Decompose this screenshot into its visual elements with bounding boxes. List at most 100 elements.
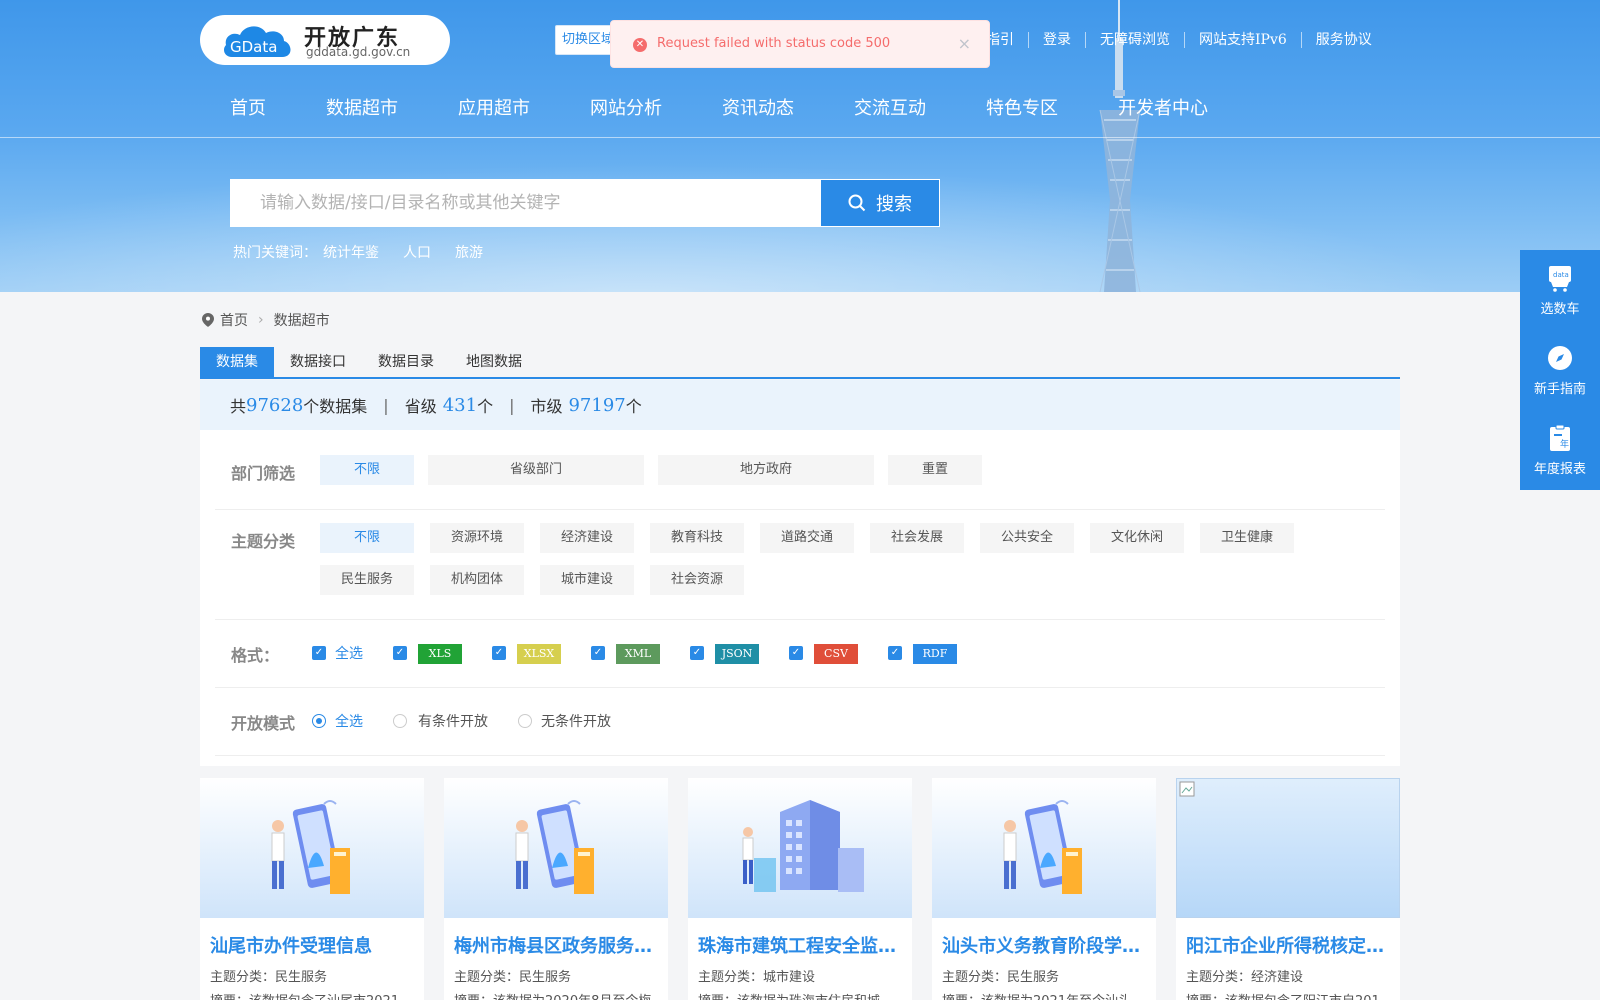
filter-label-department: 部门筛选 xyxy=(231,464,296,483)
filter-row-department: 部门筛选 不限 省级部门 地方政府 重置 xyxy=(215,430,1385,510)
cart-icon: data xyxy=(1549,265,1571,292)
card-title[interactable]: 汕尾市办件受理信息 xyxy=(210,932,414,958)
search-input[interactable] xyxy=(230,179,820,227)
nav-item-app-market[interactable]: 应用超市 xyxy=(458,94,530,120)
card-category: 主题分类：经济建设 xyxy=(1186,970,1304,985)
topic-chip[interactable]: 资源环境 xyxy=(430,523,524,553)
toast-close-icon[interactable]: × xyxy=(958,34,971,53)
hot-keyword[interactable]: 统计年鉴 xyxy=(323,242,379,262)
topic-chip[interactable]: 城市建设 xyxy=(540,565,634,595)
province-label: 省级 xyxy=(404,397,437,416)
nav-item-special[interactable]: 特色专区 xyxy=(986,94,1058,120)
dataset-card[interactable]: 阳江市企业所得税核定征收信息 主题分类：经济建设 摘要：该数据包含了阳江市自20… xyxy=(1176,778,1400,1000)
dataset-card[interactable]: 珠海市建筑工程安全监督信息 主题分类：城市建设 摘要：该数据为珠海市住房和城 xyxy=(688,778,912,1000)
checkbox-format-csv[interactable]: ✓ xyxy=(789,646,803,660)
card-abstract: 摘要：该数据包含了阳江市自201 xyxy=(1186,990,1390,1000)
topic-chip[interactable]: 经济建设 xyxy=(540,523,634,553)
gdata-cloud-logo-icon: GData xyxy=(224,26,291,57)
hot-keywords-label: 热门关键词： xyxy=(233,245,317,261)
card-title[interactable]: 珠海市建筑工程安全监督信息 xyxy=(698,932,902,958)
dataset-card[interactable]: 汕头市义务教育阶段学校信息 主题分类：民生服务 摘要：该数据为2021年至今汕头 xyxy=(932,778,1156,1000)
format-tag-csv[interactable]: CSV xyxy=(814,644,858,664)
topic-chip[interactable]: 民生服务 xyxy=(320,565,414,595)
radio-mode-all[interactable] xyxy=(312,714,326,728)
dataset-card[interactable]: 梅州市梅县区政务服务事项 主题分类：民生服务 摘要：该数据为2020年8月至今梅 xyxy=(444,778,668,1000)
float-item-label: 新手指南 xyxy=(1533,381,1586,397)
top-link-login[interactable]: 登录 xyxy=(1028,32,1085,48)
nav-item-developer[interactable]: 开发者中心 xyxy=(1118,94,1208,120)
tab-map-data[interactable]: 地图数据 xyxy=(450,347,538,377)
checkbox-format-all[interactable]: ✓ xyxy=(312,646,326,660)
float-item-cart[interactable]: data 选数车 xyxy=(1520,250,1600,330)
breadcrumb-home[interactable]: 首页 xyxy=(220,310,248,330)
dept-reset-button[interactable]: 重置 xyxy=(888,455,982,485)
format-tag-rdf[interactable]: RDF xyxy=(913,644,957,664)
radio-mode-unconditional[interactable] xyxy=(518,714,532,728)
hot-keyword[interactable]: 旅游 xyxy=(455,242,483,262)
tab-data-api[interactable]: 数据接口 xyxy=(274,347,362,377)
topic-chip[interactable]: 机构团体 xyxy=(430,565,524,595)
card-title[interactable]: 阳江市企业所得税核定征收信息 xyxy=(1186,932,1390,958)
mode-unconditional-label[interactable]: 无条件开放 xyxy=(541,711,611,731)
card-abstract: 摘要：该数据为2020年8月至今梅 xyxy=(454,990,658,1000)
float-item-guide[interactable]: 新手指南 xyxy=(1520,330,1600,410)
dept-chip-local[interactable]: 地方政府 xyxy=(658,455,874,485)
format-tag-xlsx[interactable]: XLSX xyxy=(517,644,561,664)
tab-data-catalog[interactable]: 数据目录 xyxy=(362,347,450,377)
filter-row-open-mode: 开放模式 全选 有条件开放 无条件开放 xyxy=(215,688,1385,756)
report-icon: 年 xyxy=(1550,424,1570,451)
nav-item-news[interactable]: 资讯动态 xyxy=(722,94,794,120)
nav-item-analytics[interactable]: 网站分析 xyxy=(590,94,662,120)
dept-chip-provincial[interactable]: 省级部门 xyxy=(428,455,644,485)
error-toast-message: Request failed with status code 500 xyxy=(657,36,891,51)
search-button[interactable]: 搜索 xyxy=(820,179,940,227)
mode-conditional-label[interactable]: 有条件开放 xyxy=(418,711,488,731)
top-links: 指引 登录 无障碍浏览 网站支持IPv6 服务协议 xyxy=(980,30,1386,50)
topic-chip[interactable]: 社会资源 xyxy=(650,565,744,595)
count-separator: | xyxy=(383,395,389,415)
report-icon-badge: 年 xyxy=(1560,438,1569,450)
format-tag-xml[interactable]: XML xyxy=(616,644,660,664)
topic-chip[interactable]: 教育科技 xyxy=(650,523,744,553)
site-logo[interactable]: GData 开放广东 gddata.gd.gov.cn xyxy=(200,15,450,65)
topic-chip[interactable]: 卫生健康 xyxy=(1200,523,1294,553)
format-tag-xls[interactable]: XLS xyxy=(418,644,462,664)
mode-all-label[interactable]: 全选 xyxy=(335,711,363,731)
top-link-agreement[interactable]: 服务协议 xyxy=(1300,32,1386,48)
topic-chip-all[interactable]: 不限 xyxy=(320,523,414,553)
checkbox-format-xml[interactable]: ✓ xyxy=(591,646,605,660)
checkbox-format-xlsx[interactable]: ✓ xyxy=(492,646,506,660)
format-tag-json[interactable]: JSON xyxy=(715,644,759,664)
filter-row-format: 格式： ✓ 全选 ✓ XLS ✓ XLSX ✓ XML ✓ JSON ✓ CSV… xyxy=(215,620,1385,688)
topic-chip[interactable]: 道路交通 xyxy=(760,523,854,553)
hot-keyword[interactable]: 人口 xyxy=(403,242,431,262)
card-title[interactable]: 梅州市梅县区政务服务事项 xyxy=(454,932,658,958)
radio-mode-conditional[interactable] xyxy=(393,714,407,728)
tab-datasets[interactable]: 数据集 xyxy=(200,347,274,377)
float-item-report[interactable]: 年 年度报表 xyxy=(1520,410,1600,490)
cart-icon-badge: data xyxy=(1553,271,1569,279)
checkbox-format-json[interactable]: ✓ xyxy=(690,646,704,660)
checkbox-format-rdf[interactable]: ✓ xyxy=(888,646,902,660)
topic-chip[interactable]: 社会发展 xyxy=(870,523,964,553)
filter-label-format: 格式： xyxy=(231,646,280,665)
right-float-bar: data 选数车 新手指南 年 年度报表 xyxy=(1520,250,1600,490)
top-link-ipv6[interactable]: 网站支持IPv6 xyxy=(1184,32,1301,48)
logo-badge-text: GData xyxy=(230,38,277,56)
dataset-card[interactable]: 汕尾市办件受理信息 主题分类：民生服务 摘要：该数据包含了汕尾市2021 xyxy=(200,778,424,1000)
card-category: 主题分类：民生服务 xyxy=(210,970,328,985)
checkbox-format-xls[interactable]: ✓ xyxy=(393,646,407,660)
topic-chip[interactable]: 公共安全 xyxy=(980,523,1074,553)
count-prefix: 共 xyxy=(230,397,247,416)
format-all-label[interactable]: 全选 xyxy=(335,643,363,663)
nav-item-home[interactable]: 首页 xyxy=(230,94,266,120)
top-link-accessibility[interactable]: 无障碍浏览 xyxy=(1085,32,1184,48)
compass-icon xyxy=(1548,345,1572,370)
dept-chip-all[interactable]: 不限 xyxy=(320,455,414,485)
card-title[interactable]: 汕头市义务教育阶段学校信息 xyxy=(942,932,1146,958)
logo-domain: gddata.gd.gov.cn xyxy=(306,45,411,59)
nav-item-data-market[interactable]: 数据超市 xyxy=(326,94,398,120)
nav-item-interaction[interactable]: 交流互动 xyxy=(854,94,926,120)
topic-chip[interactable]: 文化休闲 xyxy=(1090,523,1184,553)
phone-illustration xyxy=(515,800,594,894)
